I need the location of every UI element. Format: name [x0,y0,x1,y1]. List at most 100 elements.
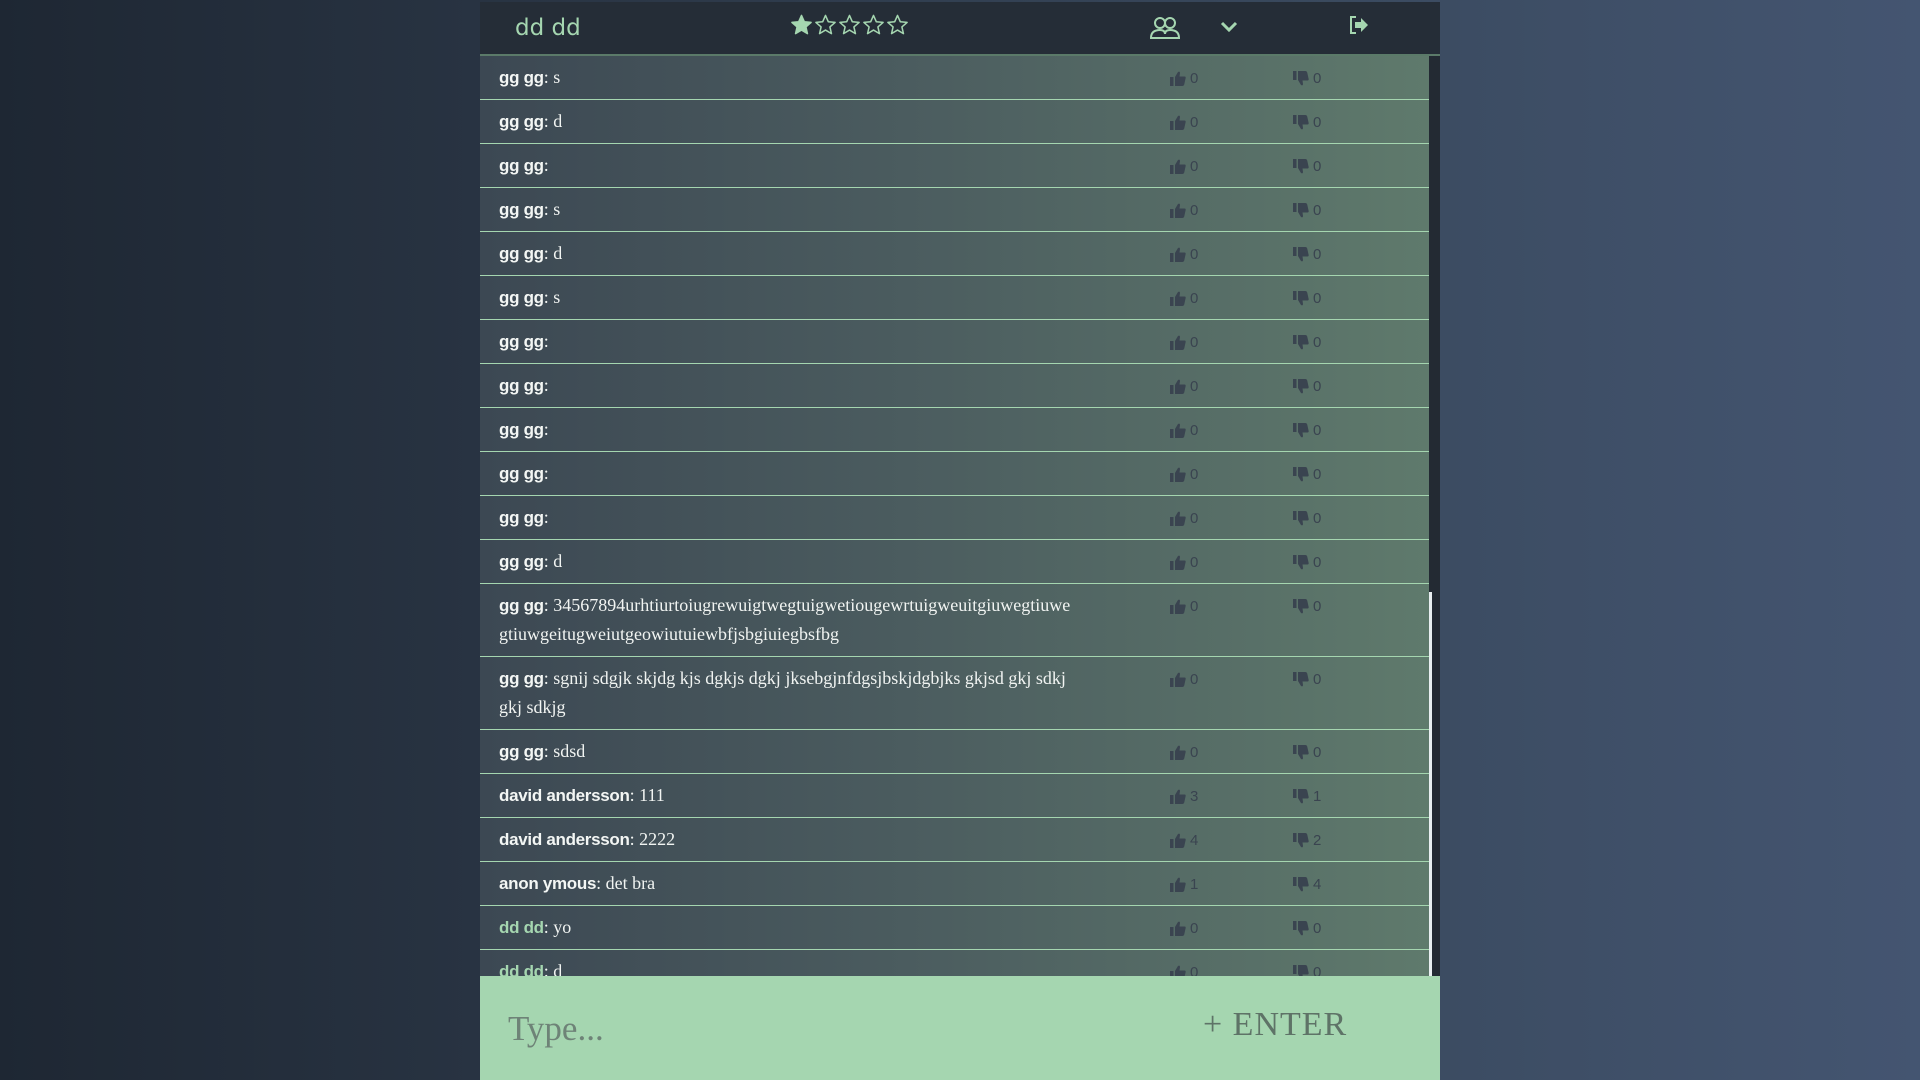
upvote-button[interactable]: 0 [1170,554,1198,571]
message-content: gg gg: [499,327,1079,356]
downvote-button[interactable]: 0 [1293,378,1321,395]
message-row: david andersson: 111 3 1 [480,774,1429,818]
downvote-count: 0 [1313,114,1322,131]
author-separator: : [543,463,549,483]
star-empty-icon[interactable] [862,12,885,38]
downvote-count: 0 [1313,422,1322,439]
message-row: gg gg: s 0 0 [480,56,1429,100]
downvote-button[interactable]: 4 [1293,876,1321,893]
message-content: gg gg: d [499,239,1079,268]
downvote-button[interactable]: 1 [1293,788,1321,805]
upvote-button[interactable]: 0 [1170,466,1198,483]
upvote-count: 0 [1190,290,1199,307]
downvote-button[interactable]: 0 [1293,114,1321,131]
downvote-button[interactable]: 0 [1293,920,1321,937]
downvote-button[interactable]: 0 [1293,744,1321,761]
message-input[interactable] [506,1006,1110,1052]
thumbs-up-icon [1170,379,1186,394]
upvote-button[interactable]: 0 [1170,744,1198,761]
chat-panel: dd dd gg gg: s 0 0 gg gg: d 0 0 gg gg: 0 0 gg gg… [480,2,1440,1080]
message-author: gg gg [499,508,544,527]
message-text: sgnij sdgjk skjdg kjs dgkjs dgkj jksebgj… [499,668,1066,717]
upvote-count: 1 [1190,876,1199,893]
message-content: dd dd: d [499,957,1079,976]
downvote-button[interactable]: 0 [1293,554,1321,571]
upvote-button[interactable]: 0 [1170,70,1198,87]
downvote-button[interactable]: 0 [1293,964,1321,976]
downvote-count: 0 [1313,70,1322,87]
thumbs-down-icon [1293,467,1309,482]
author-separator: : [543,331,549,351]
star-empty-icon[interactable] [838,12,861,38]
upvote-button[interactable]: 0 [1170,246,1198,263]
downvote-button[interactable]: 0 [1293,466,1321,483]
downvote-count: 0 [1313,744,1322,761]
room-title: dd dd [515,15,581,41]
upvote-count: 0 [1190,744,1199,761]
downvote-button[interactable]: 0 [1293,510,1321,527]
enter-button[interactable]: + ENTER [1203,1006,1347,1044]
upvote-button[interactable]: 0 [1170,158,1198,175]
upvote-button[interactable]: 0 [1170,378,1198,395]
message-content: anon ymous: det bra [499,869,1079,898]
upvote-button[interactable]: 1 [1170,876,1198,893]
message-text: d [553,111,563,131]
upvote-button[interactable]: 0 [1170,598,1198,615]
downvote-button[interactable]: 0 [1293,290,1321,307]
downvote-count: 0 [1313,466,1322,483]
upvote-count: 4 [1190,832,1199,849]
logout-icon[interactable] [1349,16,1369,39]
author-separator: : [543,551,554,571]
author-separator: : [543,375,549,395]
upvote-button[interactable]: 0 [1170,334,1198,351]
upvote-count: 0 [1190,114,1199,131]
message-author: dd dd [499,962,544,976]
downvote-button[interactable]: 0 [1293,202,1321,219]
downvote-button[interactable]: 0 [1293,246,1321,263]
message-content: gg gg: d [499,107,1079,136]
downvote-button[interactable]: 0 [1293,70,1321,87]
thumbs-down-icon [1293,745,1309,760]
upvote-button[interactable]: 0 [1170,290,1198,307]
star-empty-icon[interactable] [814,12,837,38]
upvote-button[interactable]: 0 [1170,422,1198,439]
message-author: gg gg [499,244,544,263]
message-content: gg gg: [499,151,1079,180]
author-separator: : [543,741,554,761]
upvote-count: 0 [1190,510,1199,527]
downvote-button[interactable]: 2 [1293,832,1321,849]
upvote-button[interactable]: 0 [1170,964,1198,976]
scrollbar-thumb[interactable] [1429,592,1432,976]
downvote-button[interactable]: 0 [1293,598,1321,615]
upvote-button[interactable]: 4 [1170,832,1198,849]
upvote-count: 0 [1190,598,1199,615]
star-empty-icon[interactable] [886,12,909,38]
upvote-button[interactable]: 0 [1170,920,1198,937]
thumbs-up-icon [1170,672,1186,687]
chevron-down-icon[interactable] [1220,20,1238,38]
star-filled-icon[interactable] [790,12,813,38]
thumbs-up-icon [1170,555,1186,570]
message-list[interactable]: gg gg: s 0 0 gg gg: d 0 0 gg gg: 0 0 gg gg: s00g… [480,56,1429,976]
message-author: gg gg [499,464,544,483]
downvote-button[interactable]: 0 [1293,422,1321,439]
message-row: anon ymous: det bra 1 4 [480,862,1429,906]
message-author: gg gg [499,742,544,761]
rating-stars[interactable] [790,12,909,38]
downvote-button[interactable]: 0 [1293,671,1321,688]
downvote-button[interactable]: 0 [1293,334,1321,351]
upvote-button[interactable]: 0 [1170,114,1198,131]
message-text: det bra [605,873,656,893]
message-text: d [553,551,563,571]
upvote-count: 0 [1190,378,1199,395]
upvote-button[interactable]: 0 [1170,671,1198,688]
downvote-button[interactable]: 0 [1293,158,1321,175]
upvote-button[interactable]: 0 [1170,510,1198,527]
author-separator: : [629,829,640,849]
thumbs-up-icon [1170,877,1186,892]
upvote-count: 0 [1190,70,1199,87]
members-icon[interactable] [1149,16,1181,45]
upvote-button[interactable]: 0 [1170,202,1198,219]
thumbs-down-icon [1293,159,1309,174]
upvote-button[interactable]: 3 [1170,788,1198,805]
